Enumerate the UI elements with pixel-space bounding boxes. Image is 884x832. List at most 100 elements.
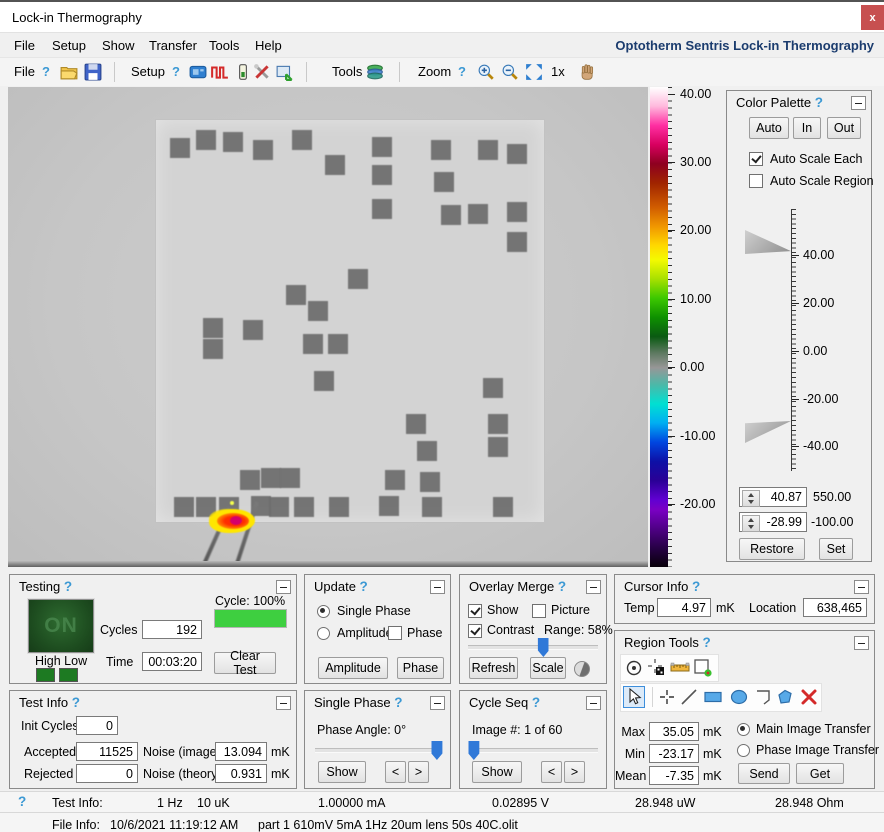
help-icon[interactable]: ? <box>692 579 700 594</box>
phase-prev-button[interactable]: < <box>385 761 406 783</box>
phase-slider-thumb[interactable] <box>431 741 442 760</box>
help-icon[interactable]: ? <box>532 695 540 710</box>
polygon-icon[interactable] <box>775 687 795 707</box>
close-button[interactable]: x <box>861 5 884 30</box>
line-icon[interactable] <box>679 687 699 707</box>
lower-limit-value[interactable]: -28.99 <box>767 515 802 529</box>
sensor-icon[interactable] <box>234 63 252 81</box>
range-slider-thumb[interactable] <box>538 638 549 657</box>
lower-limit-handle[interactable] <box>745 421 791 443</box>
help-icon[interactable]: ? <box>64 579 72 594</box>
zoom-fit-icon[interactable] <box>525 63 543 81</box>
range-slider-track[interactable] <box>468 645 598 650</box>
ellipse-icon[interactable] <box>729 687 749 707</box>
cycles-field[interactable]: 192 <box>142 620 202 639</box>
cycle-prev-button[interactable]: < <box>541 761 562 783</box>
lower-limit-spinner[interactable]: -28.99 <box>739 512 807 532</box>
status-help-icon[interactable]: ? <box>18 794 26 809</box>
cycle-next-button[interactable]: > <box>564 761 585 783</box>
minimize-button[interactable] <box>586 580 601 594</box>
menu-setup[interactable]: Setup <box>52 38 86 53</box>
save-file-icon[interactable] <box>84 63 102 81</box>
menu-help[interactable]: Help <box>255 38 282 53</box>
cycle-show-button[interactable]: Show <box>472 761 522 783</box>
menu-tools[interactable]: Tools <box>209 38 239 53</box>
help-icon[interactable]: ? <box>558 579 566 594</box>
in-button[interactable]: In <box>793 117 821 139</box>
help-icon[interactable]: ? <box>394 695 402 710</box>
contrast-checkbox[interactable] <box>468 624 482 638</box>
upper-limit-spinner[interactable]: 40.87 <box>739 487 807 507</box>
refresh-button[interactable]: Refresh <box>469 657 518 679</box>
help-icon[interactable]: ? <box>703 635 711 650</box>
test-on-button[interactable]: ON <box>28 599 94 653</box>
minimize-button[interactable] <box>430 580 445 594</box>
help-icon[interactable]: ? <box>72 695 80 710</box>
upper-limit-handle[interactable] <box>745 230 791 254</box>
menu-file[interactable]: File <box>14 38 35 53</box>
zoom-region-icon[interactable] <box>693 658 713 678</box>
main-image-transfer-radio[interactable] <box>737 723 750 736</box>
rectangle-icon[interactable] <box>703 687 723 707</box>
auto-button[interactable]: Auto <box>749 117 789 139</box>
phase-slider-track[interactable] <box>315 748 442 753</box>
setup-help-icon[interactable]: ? <box>172 64 180 79</box>
ruler-icon[interactable] <box>670 658 690 678</box>
amplitude-radio[interactable] <box>317 627 330 640</box>
auto-scale-each-checkbox[interactable] <box>749 152 763 166</box>
help-icon[interactable]: ? <box>360 579 368 594</box>
cycle-slider-thumb[interactable] <box>468 741 479 760</box>
cycle-slider-track[interactable] <box>470 748 598 753</box>
help-icon[interactable]: ? <box>815 95 823 110</box>
minimize-button[interactable] <box>586 696 601 710</box>
out-button[interactable]: Out <box>827 117 861 139</box>
spin-buttons[interactable] <box>742 515 760 532</box>
delete-icon[interactable] <box>799 687 819 707</box>
phase-next-button[interactable]: > <box>408 761 429 783</box>
auto-scale-region-checkbox[interactable] <box>749 174 763 188</box>
get-button[interactable]: Get <box>796 763 844 784</box>
contrast-sphere-icon[interactable] <box>574 661 590 677</box>
phase-show-button[interactable]: Show <box>318 761 366 783</box>
spin-buttons[interactable] <box>742 490 760 507</box>
layers-icon[interactable] <box>366 63 384 81</box>
camera-setup-icon[interactable] <box>189 63 207 81</box>
send-button[interactable]: Send <box>738 763 790 784</box>
pan-hand-icon[interactable] <box>578 63 596 81</box>
open-file-icon[interactable] <box>60 63 78 81</box>
transfer-window-icon[interactable] <box>276 63 294 81</box>
scale-button[interactable]: Scale <box>530 657 566 679</box>
phase-checkbox[interactable] <box>388 626 402 640</box>
minimize-button[interactable] <box>430 696 445 710</box>
point-icon[interactable] <box>657 687 677 707</box>
phase-image-transfer-radio[interactable] <box>737 744 750 757</box>
time-field[interactable]: 00:03:20 <box>142 652 202 671</box>
zoom-in-icon[interactable] <box>477 63 495 81</box>
pointer-icon[interactable] <box>623 686 645 708</box>
menu-show[interactable]: Show <box>102 38 135 53</box>
pixel-region-icon[interactable] <box>647 658 667 678</box>
clear-test-button[interactable]: Clear Test <box>214 652 276 674</box>
minimize-button[interactable] <box>854 580 869 594</box>
polyline-icon[interactable] <box>753 687 773 707</box>
target-icon[interactable] <box>624 658 644 678</box>
phase-button[interactable]: Phase <box>397 657 444 679</box>
zoom-out-icon[interactable] <box>501 63 519 81</box>
menu-transfer[interactable]: Transfer <box>149 38 197 53</box>
amplitude-button[interactable]: Amplitude <box>318 657 388 679</box>
upper-limit-value[interactable]: 40.87 <box>771 490 802 504</box>
set-button[interactable]: Set <box>819 538 853 560</box>
minimize-button[interactable] <box>276 696 291 710</box>
tools-icon[interactable] <box>253 63 271 81</box>
show-checkbox[interactable] <box>468 604 482 618</box>
minimize-button[interactable] <box>851 96 866 110</box>
picture-checkbox[interactable] <box>532 604 546 618</box>
restore-button[interactable]: Restore <box>739 538 805 560</box>
minimize-button[interactable] <box>276 580 291 594</box>
waveform-icon[interactable] <box>211 63 229 81</box>
init-cycles-field[interactable]: 0 <box>76 716 118 735</box>
thermal-image-canvas[interactable] <box>8 87 648 567</box>
minimize-button[interactable] <box>854 636 869 650</box>
file-help-icon[interactable]: ? <box>42 64 50 79</box>
zoom-help-icon[interactable]: ? <box>458 64 466 79</box>
